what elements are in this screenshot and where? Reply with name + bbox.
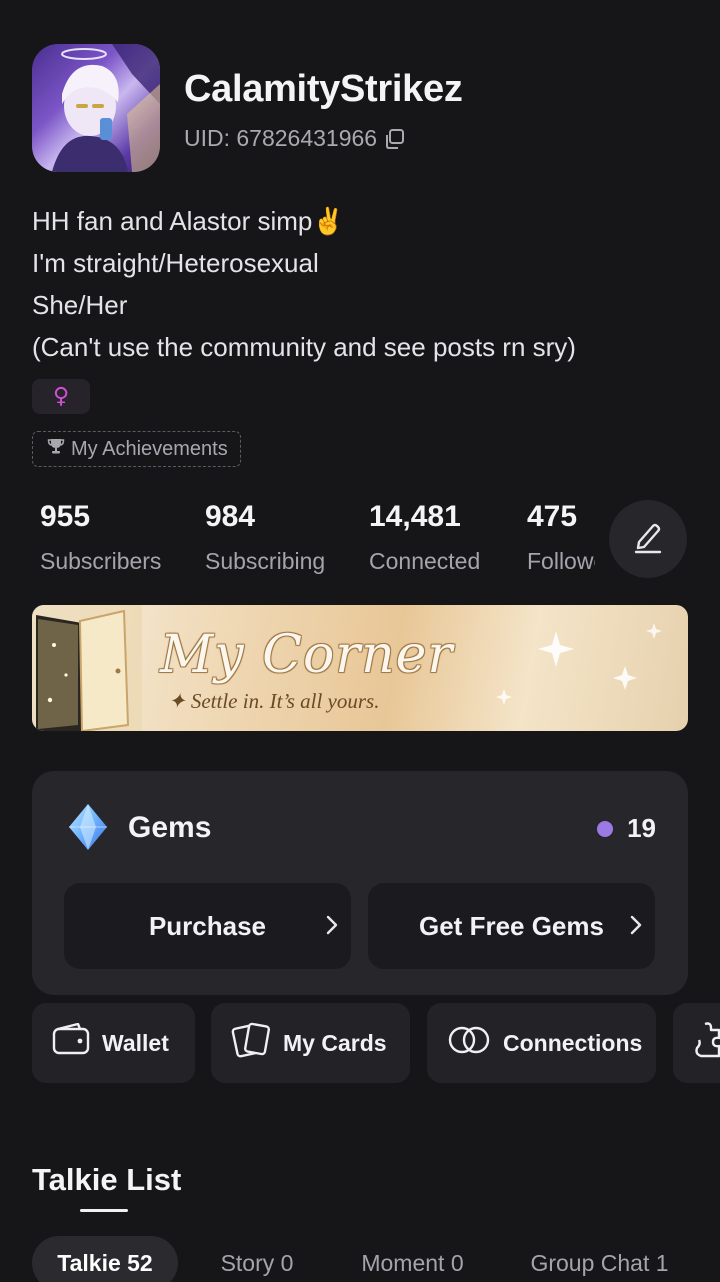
wallet-icon [52,1022,90,1063]
bio-line: I'm straight/Heterosexual [32,248,319,278]
bio-line: (Can't use the community and see posts r… [32,332,576,362]
tab-group-chat[interactable]: Group Chat 1 [512,1236,687,1282]
gems-title: Gems [128,811,212,844]
stat-value: 955 [40,500,91,533]
more-action-button[interactable] [673,1003,720,1083]
bio-line: She/Her [32,290,128,320]
achievements-label: My Achievements [71,437,228,460]
tab-story[interactable]: Story 0 [198,1236,316,1282]
tab-talkie[interactable]: Talkie 52 [32,1236,178,1282]
stat-label: Followers [527,548,595,574]
chevron-right-icon [629,913,643,944]
banner-subtitle: ✦ Settle in. It’s all yours. [168,689,380,713]
stat-value: 475 [527,500,578,533]
cards-icon [231,1021,271,1065]
talkie-list-title: Talkie List [32,1162,182,1197]
stat-connected[interactable]: 14,481 Connected [369,500,480,575]
stat-label: Subscribing [205,548,326,574]
my-corner-banner[interactable]: My Corner ✦ Settle in. It’s all yours. [32,605,688,731]
gem-balance-value: 19 [627,813,656,843]
gem-balance: 19 [597,813,656,844]
bio-line: HH fan and Alastor simp✌️ [32,206,345,236]
gem-icon [68,803,108,856]
stat-subscribing[interactable]: 984 Subscribing [205,500,325,575]
stats-row: 955 Subscribers 984 Subscribing 14,481 C… [0,490,595,580]
stat-label: Connected [369,548,481,574]
uid-row[interactable]: UID: 67826431966 [184,125,405,152]
bio: HH fan and Alastor simp✌️ I'm straight/H… [32,200,692,368]
gems-card: Gems 19 Purchase Get Free Gems [32,771,688,995]
edit-icon [632,520,664,559]
section-underline [80,1209,128,1212]
banner-title: My Corner [160,625,454,685]
profile-page: CalamityStrikez UID: 67826431966 HH fan … [0,0,720,1282]
get-free-gems-button[interactable]: Get Free Gems [368,883,655,969]
stat-value: 14,481 [369,500,461,533]
puzzle-icon [693,1020,720,1066]
my-cards-label: My Cards [283,1029,387,1056]
connections-label: Connections [503,1029,643,1056]
wallet-label: Wallet [102,1029,169,1056]
stat-value: 984 [205,500,256,533]
copy-icon[interactable] [383,128,405,150]
avatar[interactable] [32,44,160,172]
wallet-button[interactable]: Wallet [32,1003,195,1083]
free-gems-label: Get Free Gems [419,910,604,941]
chevron-right-icon [325,913,339,944]
trophy-icon [47,437,65,461]
connections-icon [447,1025,491,1061]
purchase-gems-button[interactable]: Purchase [64,883,351,969]
connections-button[interactable]: Connections [427,1003,656,1083]
tab-moment[interactable]: Moment 0 [340,1236,485,1282]
username: CalamityStrikez [184,68,463,110]
purchase-label: Purchase [148,910,267,941]
gem-balance-dot [597,820,614,837]
stat-subscribers[interactable]: 955 Subscribers [40,500,161,575]
uid-text: UID: 67826431966 [184,125,378,151]
stat-followers[interactable]: 475 Followers [527,500,595,575]
edit-profile-button[interactable] [609,500,687,578]
gender-badge: ♀ [32,379,90,414]
stat-label: Subscribers [40,548,162,574]
my-cards-button[interactable]: My Cards [211,1003,410,1083]
achievements-button[interactable]: My Achievements [32,431,241,467]
